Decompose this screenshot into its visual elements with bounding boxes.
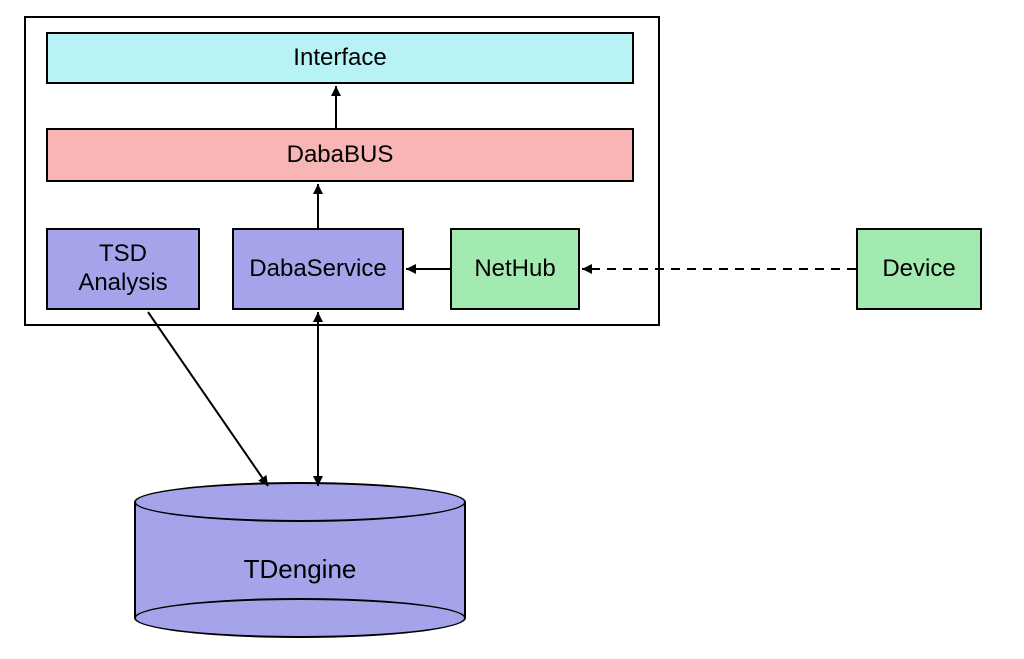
nethub-label: NetHub	[474, 255, 555, 284]
tdengine-cyl-top	[134, 482, 466, 522]
tdengine-cylinder: TDengine	[134, 482, 466, 638]
device-label: Device	[882, 255, 955, 284]
device-block: Device	[856, 228, 982, 310]
tsd-analysis-label: TSD Analysis	[78, 240, 167, 298]
interface-block: Interface	[46, 32, 634, 84]
nethub-block: NetHub	[450, 228, 580, 310]
dababus-label: DabaBUS	[287, 141, 394, 170]
dababus-block: DabaBUS	[46, 128, 634, 182]
tdengine-label: TDengine	[134, 554, 466, 585]
arrow-tsd-tdengine	[148, 312, 268, 486]
dabaservice-block: DabaService	[232, 228, 404, 310]
tdengine-cyl-bottom	[134, 598, 466, 638]
interface-label: Interface	[293, 44, 386, 73]
dabaservice-label: DabaService	[249, 255, 386, 284]
tsd-analysis-block: TSD Analysis	[46, 228, 200, 310]
